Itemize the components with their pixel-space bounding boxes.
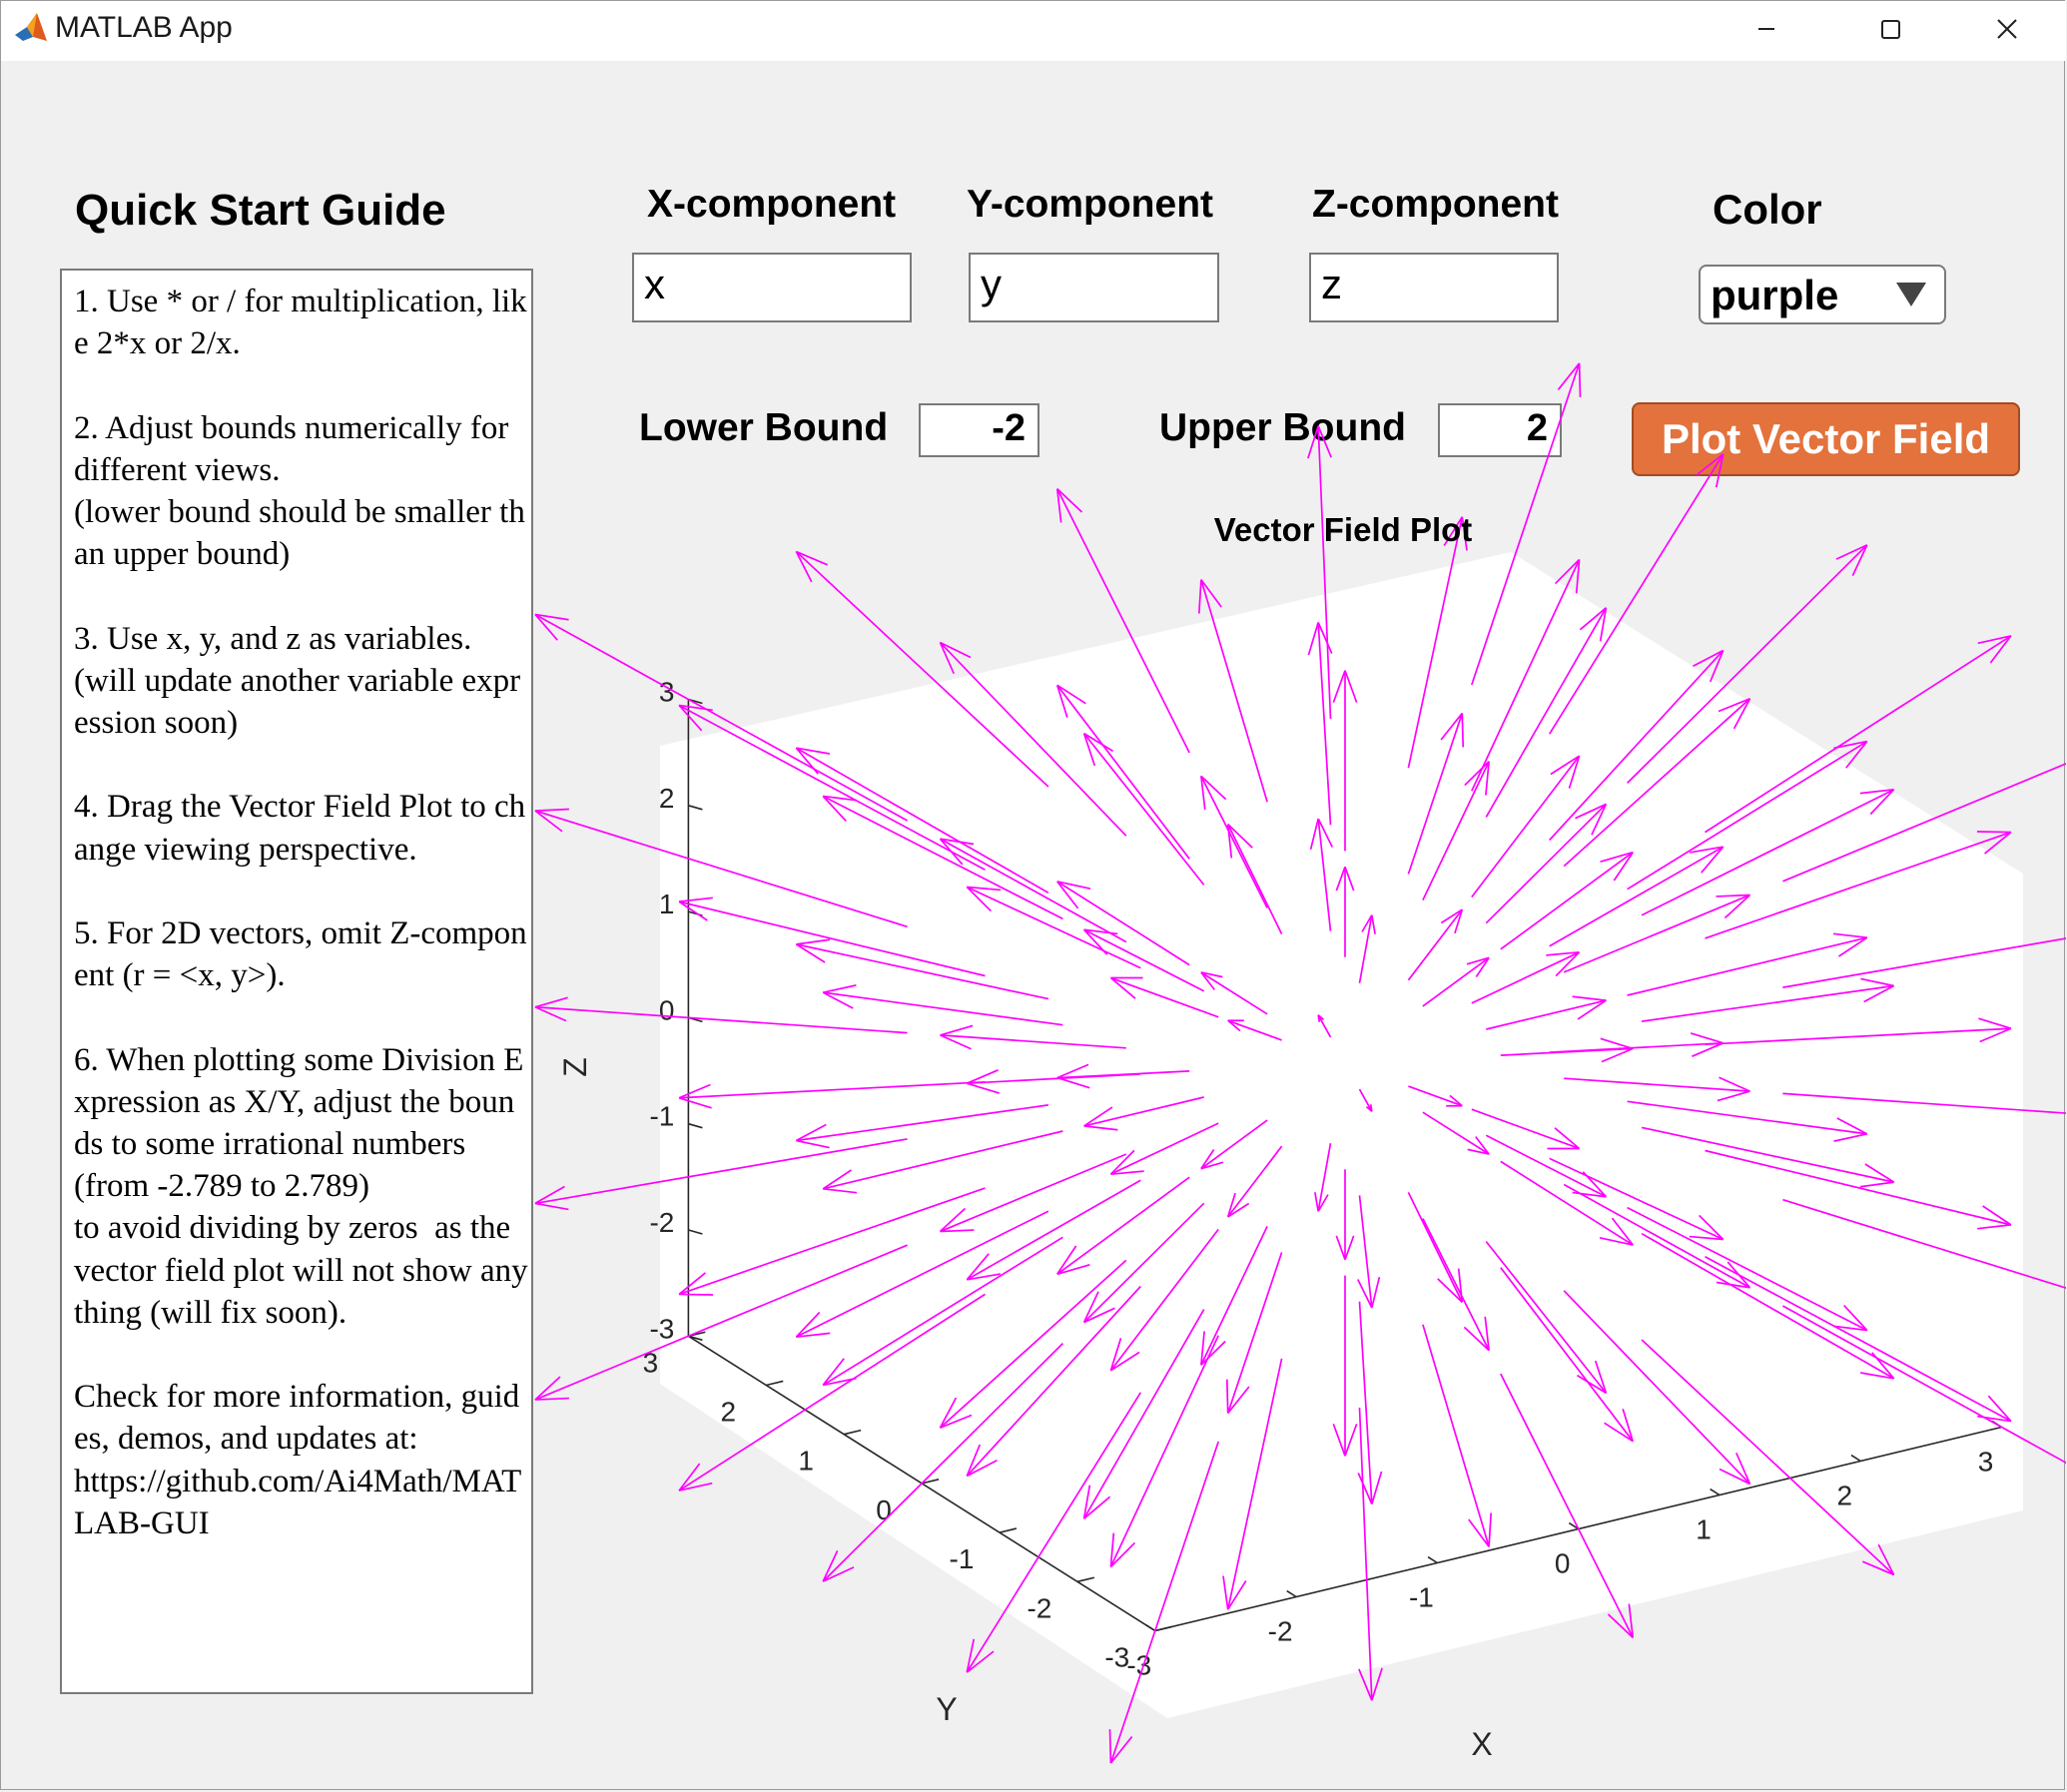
y-tick-label: 2	[721, 1397, 737, 1428]
x-tick-label: -1	[1409, 1582, 1434, 1613]
z-tick-label: 2	[659, 783, 675, 814]
app-window: MATLAB App Quick Start Guide 1. Use * or…	[0, 0, 2066, 1791]
y-tick-label: -2	[1027, 1592, 1051, 1623]
z-tick-label: -3	[649, 1313, 674, 1344]
x-axis-label: X	[1471, 1726, 1492, 1762]
x-tick-label: -2	[1268, 1616, 1293, 1647]
x-tick-label: 3	[1978, 1447, 1994, 1478]
z-tick-label: -1	[649, 1101, 674, 1132]
vector-field-plot[interactable]: -3-2-10123-3-2-10123-3-2-10123 Vector Fi…	[1, 1, 2066, 1791]
x-tick-label: 1	[1696, 1514, 1712, 1545]
x-tick-label: 0	[1555, 1548, 1571, 1579]
z-tick-label: 3	[659, 677, 675, 708]
y-tick-label: 1	[798, 1446, 814, 1477]
z-axis-label: Z	[557, 1057, 593, 1077]
plot-title: Vector Field Plot	[1214, 511, 1473, 548]
z-tick-label: 0	[659, 994, 675, 1025]
x-tick-label: 2	[1837, 1481, 1853, 1511]
z-tick-label: -2	[649, 1207, 674, 1238]
y-tick-label: -3	[1104, 1642, 1129, 1673]
axes-background	[660, 552, 2023, 1718]
z-tick-label: 1	[659, 889, 675, 919]
y-axis-label: Y	[936, 1691, 957, 1727]
y-tick-label: -1	[950, 1543, 975, 1574]
